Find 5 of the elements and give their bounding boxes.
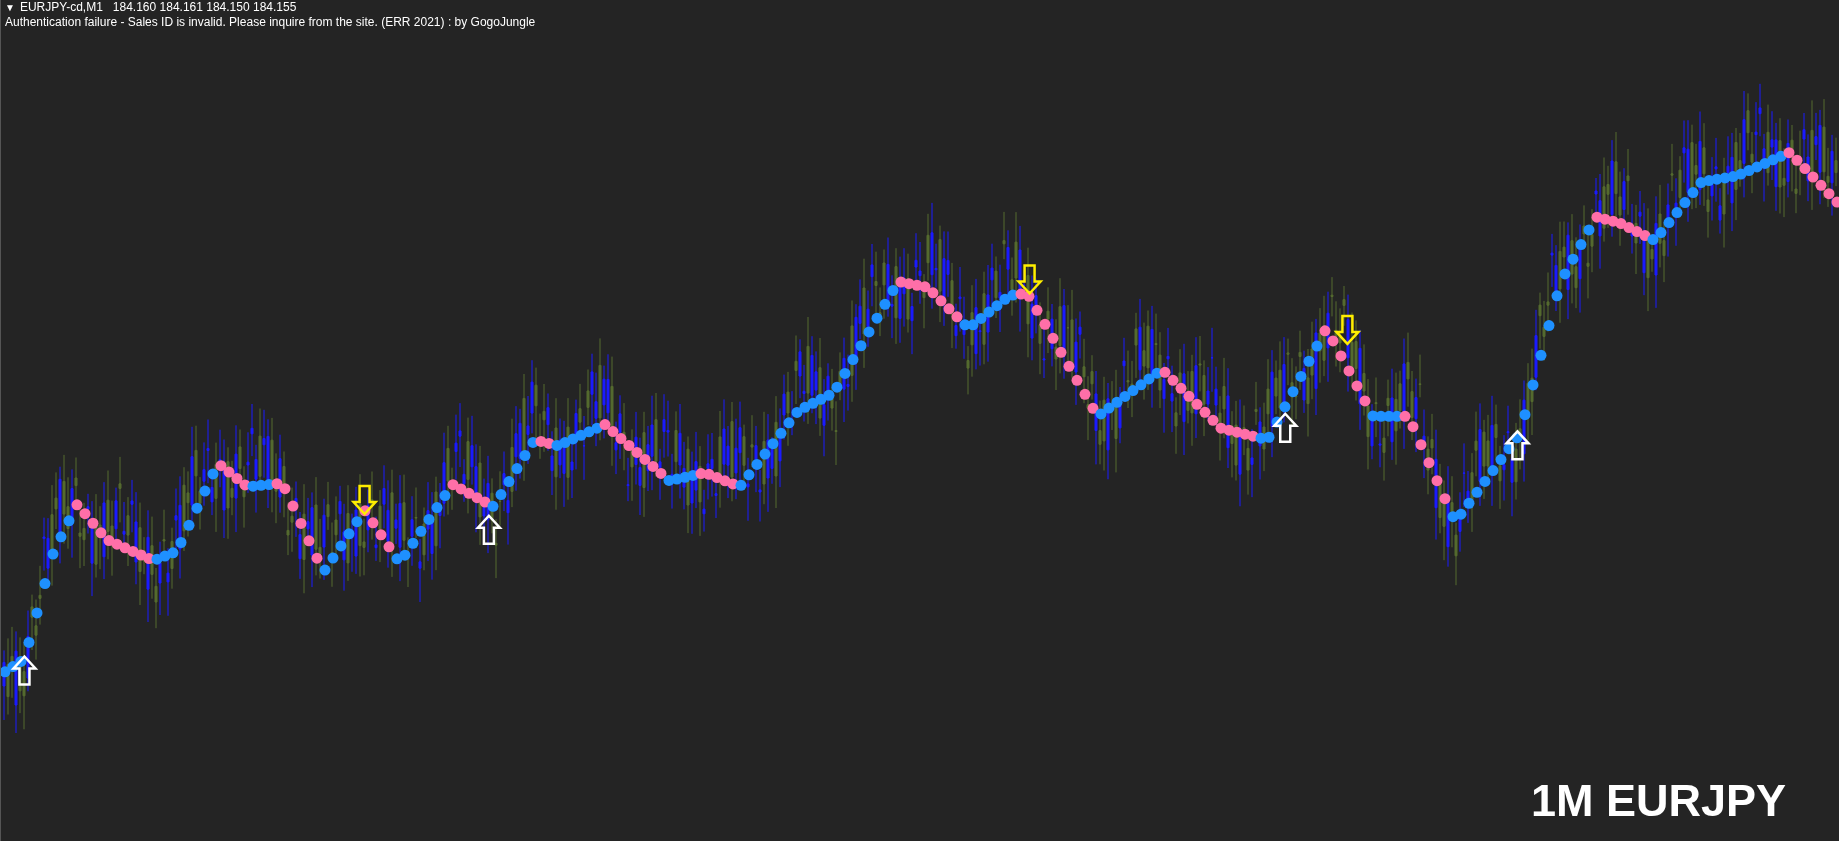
symbol-label: EURJPY-cd,M1 <box>19 0 103 15</box>
collapse-toggle[interactable]: ▼ <box>5 0 15 15</box>
price-quotes: 184.160 184.161 184.150 184.155 <box>112 0 297 15</box>
chart-caption: 1M EURJPY <box>1530 775 1786 827</box>
error-message: Authentication failure - Sales ID is invalid. Please inquire from the site. (ERR 2021) : by GogoJungle <box>5 15 536 30</box>
